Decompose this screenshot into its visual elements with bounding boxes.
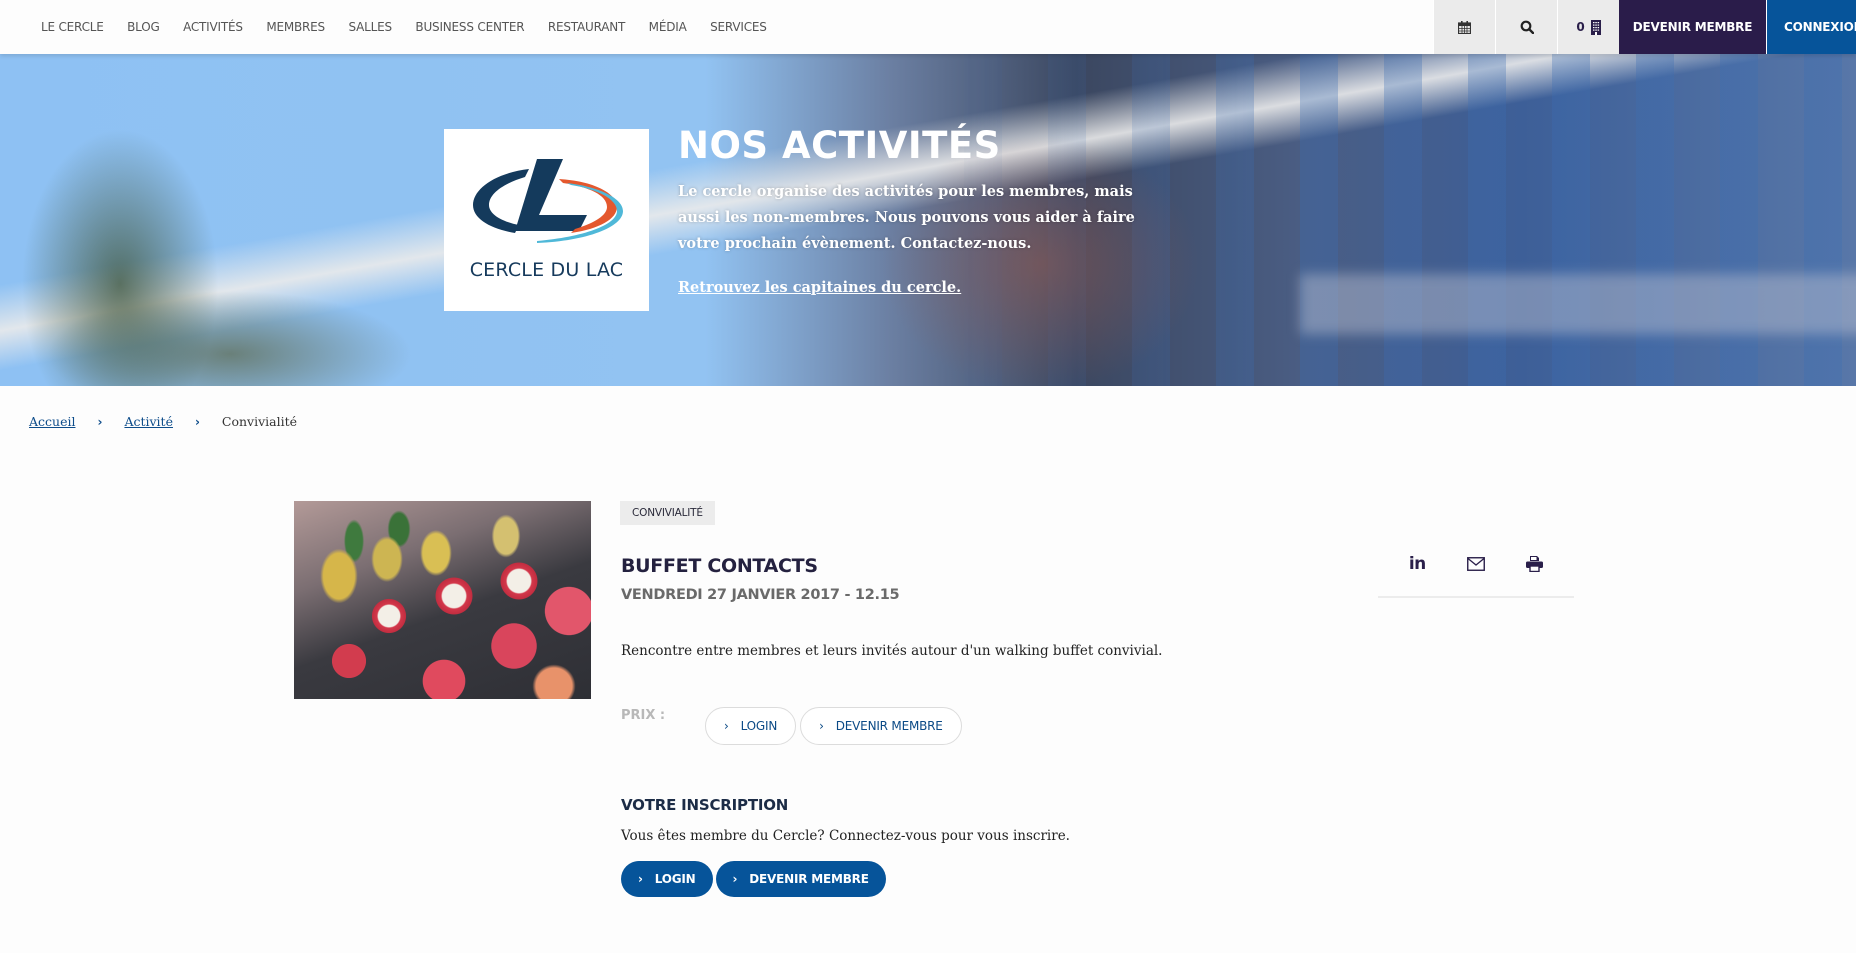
mail-icon [1467, 557, 1485, 571]
chevron-right-icon: › [97, 414, 103, 429]
chevron-right-icon: › [732, 872, 738, 886]
nav-le-cercle[interactable]: LE CERCLE [41, 20, 104, 34]
calendar-button[interactable] [1433, 0, 1495, 54]
inscription-title: VOTRE INSCRIPTION [621, 796, 789, 814]
site-header: LE CERCLE BLOG ACTIVITÉS MEMBRES SALLES … [0, 0, 1856, 54]
share-linkedin-button[interactable]: in [1402, 552, 1432, 576]
prix-devenir-membre-label: DEVENIR MEMBRE [835, 719, 943, 733]
hero-background-band [1300, 274, 1856, 334]
breadcrumb: Accueil › Activité › Convivialité [29, 414, 297, 429]
prix-devenir-membre-button[interactable]: › DEVENIR MEMBRE [800, 707, 962, 745]
nav-activites[interactable]: ACTIVITÉS [183, 20, 243, 34]
breadcrumb-activite[interactable]: Activité [124, 414, 173, 429]
event-description: Rencontre entre membres et leurs invités… [621, 643, 1163, 659]
share-print-button[interactable] [1520, 552, 1550, 576]
print-icon [1526, 556, 1544, 572]
breadcrumb-current: Convivialité [221, 414, 298, 429]
prix-login-button[interactable]: › LOGIN [705, 707, 797, 745]
prix-label: PRIX : [621, 708, 666, 723]
nav-membres[interactable]: MEMBRES [266, 20, 325, 34]
logo-text: CERCLE DU LAC [469, 259, 624, 281]
main-nav: LE CERCLE BLOG ACTIVITÉS MEMBRES SALLES … [41, 0, 790, 54]
nav-business-center[interactable]: BUSINESS CENTER [415, 20, 524, 34]
chevron-right-icon: › [194, 414, 200, 429]
connexion-button[interactable]: CONNEXION [1766, 0, 1856, 54]
search-button[interactable] [1495, 0, 1557, 54]
nav-salles[interactable]: SALLES [348, 20, 392, 34]
devenir-membre-header-button[interactable]: DEVENIR MEMBRE [1619, 0, 1766, 54]
nav-services[interactable]: SERVICES [710, 20, 767, 34]
capitaines-link[interactable]: Retrouvez les capitaines du cercle. [678, 279, 961, 296]
breadcrumb-accueil[interactable]: Accueil [29, 414, 75, 429]
page-title: NOS ACTIVITÉS [678, 124, 1001, 167]
nav-media[interactable]: MÉDIA [649, 20, 687, 34]
inscription-login-label: LOGIN [654, 872, 696, 886]
hero-description: Le cercle organise des activités pour le… [678, 183, 1135, 252]
category-tag[interactable]: CONVIVIALITÉ [620, 501, 715, 525]
inscription-devenir-membre-label: DEVENIR MEMBRE [749, 872, 869, 886]
chevron-right-icon: › [724, 719, 729, 733]
nav-restaurant[interactable]: RESTAURANT [548, 20, 625, 34]
calendar-icon [1458, 20, 1471, 34]
cart-count: 0 [1576, 20, 1585, 34]
building-icon [1590, 19, 1601, 35]
inscription-login-button[interactable]: › LOGIN [621, 861, 713, 897]
event-title: BUFFET CONTACTS [621, 555, 818, 577]
chevron-right-icon: › [819, 719, 824, 733]
cart-button[interactable]: 0 [1557, 0, 1619, 54]
hero-banner: CERCLE DU LAC NOS ACTIVITÉS Le cercle or… [0, 54, 1856, 386]
cercle-du-lac-logo: CERCLE DU LAC [444, 129, 649, 311]
search-icon [1520, 20, 1534, 34]
chevron-right-icon: › [638, 872, 643, 886]
event-date: VENDREDI 27 JANVIER 2017 - 12.15 [621, 587, 900, 603]
prix-buttons: › LOGIN › DEVENIR MEMBRE [705, 707, 962, 745]
inscription-buttons: › LOGIN › DEVENIR MEMBRE [621, 861, 886, 897]
hero-background-blur [880, 134, 1200, 386]
prix-login-label: LOGIN [740, 719, 778, 733]
share-mail-button[interactable] [1461, 552, 1491, 576]
event-image [294, 501, 591, 699]
share-bar: in [1378, 552, 1574, 598]
header-actions: 0 DEVENIR MEMBRE CONNEXION [1433, 0, 1856, 54]
inscription-devenir-membre-button[interactable]: › DEVENIR MEMBRE [715, 861, 886, 897]
inscription-text: Vous êtes membre du Cercle? Connectez-vo… [621, 828, 1070, 844]
logo-mark-icon [472, 159, 623, 243]
linkedin-icon: in [1408, 554, 1426, 574]
nav-blog[interactable]: BLOG [127, 20, 160, 34]
